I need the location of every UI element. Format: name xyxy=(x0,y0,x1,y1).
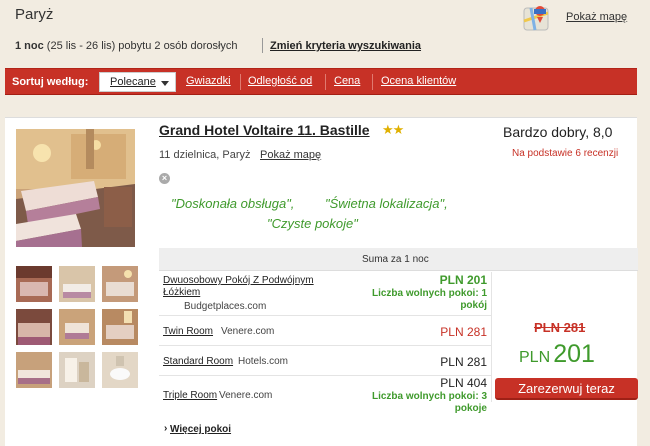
room-availability: Liczba wolnych pokoi: 3 pokoje xyxy=(371,391,487,414)
best-price-panel: PLN 281 PLN 201 Zarezerwuj teraz xyxy=(491,272,638,402)
divider xyxy=(325,74,326,90)
room-name-link[interactable]: Dwuosobowy Pokój Z Podwójnym Łóżkiem xyxy=(163,275,353,299)
more-rooms-link[interactable]: Więcej pokoi xyxy=(170,424,231,435)
table-row[interactable]: Triple Room Venere.com PLN 404 Liczba wo… xyxy=(159,376,491,416)
sort-option-price[interactable]: Cena xyxy=(334,75,360,87)
provider-name: Venere.com xyxy=(221,326,275,337)
hotel-show-map-link[interactable]: Pokaż mapę xyxy=(260,149,321,161)
sort-selected-value: Polecane xyxy=(110,76,156,88)
hotel-card: Grand Hotel Voltaire 11. Bastille ★★ 11 … xyxy=(5,117,638,446)
book-now-button[interactable]: Zarezerwuj teraz xyxy=(495,378,638,400)
room-name-link[interactable]: Standard Room xyxy=(163,356,233,367)
sort-option-stars[interactable]: Gwiazdki xyxy=(186,75,231,87)
sort-select[interactable]: Polecane xyxy=(99,72,176,92)
table-row[interactable]: Standard Room Hotels.com PLN 281 xyxy=(159,346,491,376)
thumbnail-photo[interactable] xyxy=(59,266,95,302)
room-availability: Liczba wolnych pokoi: 1 pokój xyxy=(371,288,487,311)
best-price-amount: 201 xyxy=(553,340,595,368)
hotel-main-photo[interactable] xyxy=(16,129,135,247)
thumbnail-photo[interactable] xyxy=(59,352,95,388)
sort-option-distance[interactable]: Odległość od xyxy=(248,75,312,87)
review-quote: "Czyste pokoje" xyxy=(267,216,358,231)
map-pin-icon[interactable] xyxy=(521,3,551,33)
chevron-down-icon xyxy=(161,81,169,86)
provider-name: Budgetplaces.com xyxy=(184,301,267,312)
close-icon[interactable]: × xyxy=(159,173,170,184)
hotel-name-link[interactable]: Grand Hotel Voltaire 11. Bastille xyxy=(159,122,370,138)
top-bar: Paryż 1 noc (25 lis - 26 lis) pobytu 2 o… xyxy=(0,0,650,64)
thumbnail-photo[interactable] xyxy=(59,309,95,345)
thumbnail-photo[interactable] xyxy=(16,266,52,302)
change-criteria-link[interactable]: Zmień kryteria wyszukiwania xyxy=(270,40,421,52)
room-price: PLN 404 xyxy=(440,376,487,390)
room-price: PLN 281 xyxy=(440,325,487,339)
sort-label: Sortuj według: xyxy=(12,76,89,88)
review-count-suffix: recenzji xyxy=(580,148,619,159)
hotel-rating: Bardzo dobry, 8,0 xyxy=(503,124,613,140)
stay-details: (25 lis - 26 lis) pobytu 2 osób dorosłyc… xyxy=(43,40,238,52)
sort-option-rating[interactable]: Ocena klientów xyxy=(381,75,456,87)
best-price: PLN 201 xyxy=(519,340,595,369)
room-price: PLN 281 xyxy=(440,355,487,369)
stay-nights: 1 noc xyxy=(15,40,44,52)
best-price-currency: PLN xyxy=(519,349,551,366)
thumbnail-photo[interactable] xyxy=(102,266,138,302)
divider xyxy=(262,38,263,53)
room-name-link[interactable]: Twin Room xyxy=(163,326,213,337)
review-count-prefix: Na podstawie xyxy=(512,148,576,159)
thumbnail-photo[interactable] xyxy=(16,352,52,388)
thumbnail-photo[interactable] xyxy=(16,309,52,345)
hotel-stars: ★★ xyxy=(382,122,404,137)
review-quote: "Doskonała obsługa", xyxy=(171,196,295,211)
room-name-link[interactable]: Triple Room xyxy=(163,390,217,401)
thumbnail-photo[interactable] xyxy=(102,309,138,345)
review-count: Na podstawie 6 recenzji xyxy=(512,148,618,159)
hotel-district: 11 dzielnica, Paryż xyxy=(159,149,251,161)
table-row[interactable]: Dwuosobowy Pokój Z Podwójnym Łóżkiem Bud… xyxy=(159,271,491,316)
show-map-link[interactable]: Pokaż mapę xyxy=(566,11,627,23)
thumbnail-photo[interactable] xyxy=(102,352,138,388)
chevron-right-icon: › xyxy=(164,423,168,434)
review-quote: "Świetna lokalizacja", xyxy=(325,196,448,211)
table-row[interactable]: Twin Room Venere.com PLN 281 xyxy=(159,316,491,346)
provider-name: Hotels.com xyxy=(238,356,289,367)
divider xyxy=(372,74,373,90)
sort-bar: Sortuj według: Polecane Gwiazdki Odległo… xyxy=(5,68,637,95)
stay-summary: 1 noc (25 lis - 26 lis) pobytu 2 osób do… xyxy=(15,40,238,52)
price-table-header-label: Suma za 1 noc xyxy=(362,254,429,265)
room-price: PLN 201 xyxy=(439,273,487,287)
provider-name: Venere.com xyxy=(219,390,273,401)
divider xyxy=(240,74,241,90)
price-table-header: Suma za 1 noc xyxy=(159,248,638,271)
old-price: PLN 281 xyxy=(534,320,586,335)
page-title: Paryż xyxy=(15,6,54,23)
